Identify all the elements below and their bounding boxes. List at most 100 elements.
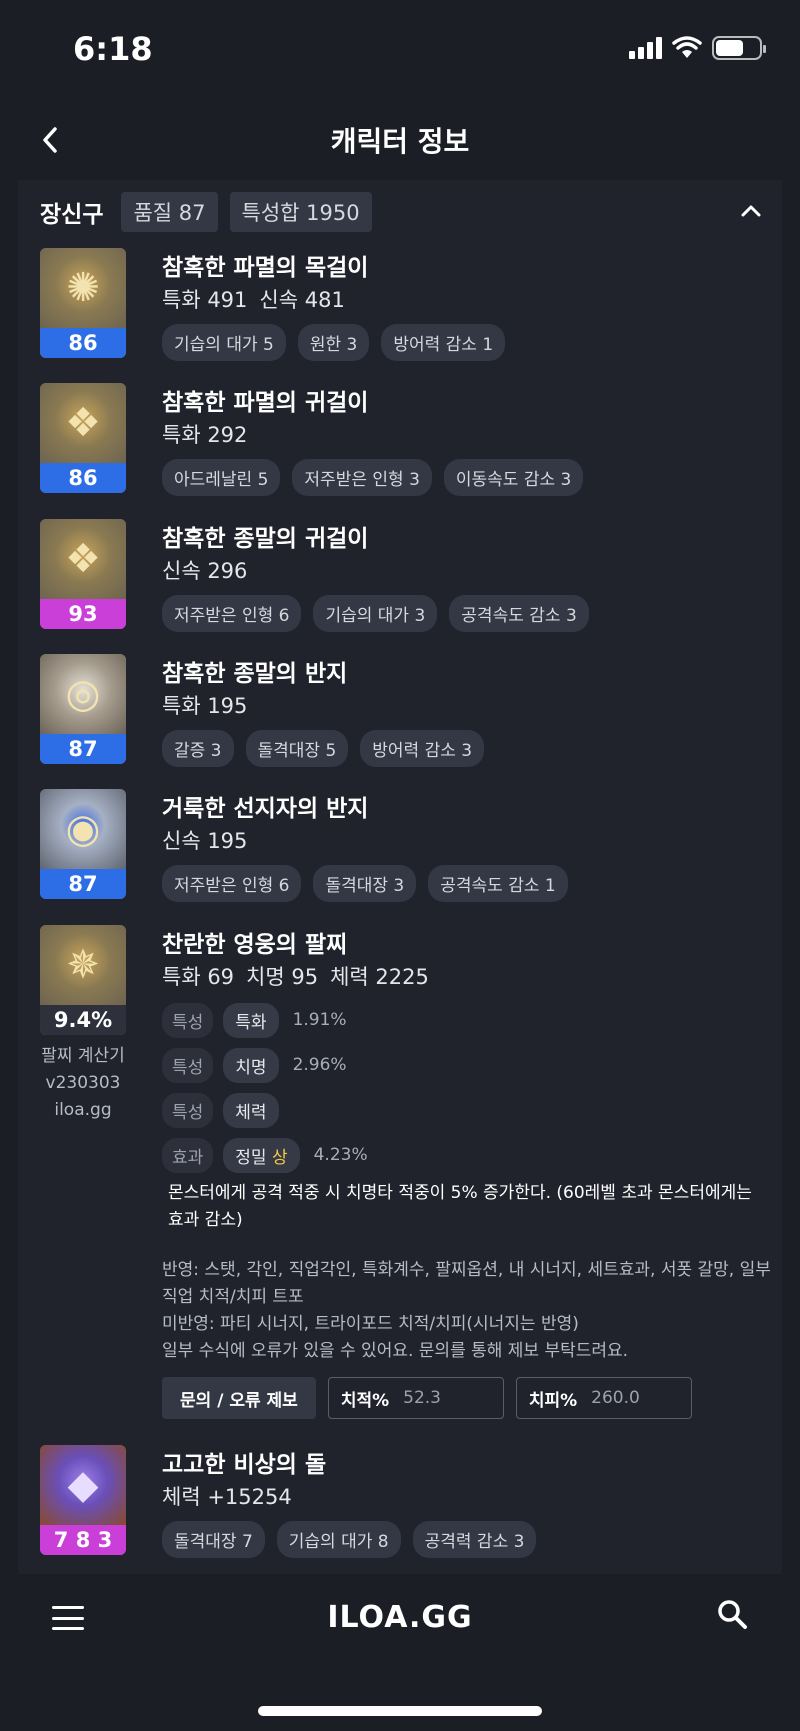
item-stats: 특화 69 치명 95 체력 2225 bbox=[162, 961, 441, 991]
item-quality: 86 bbox=[40, 328, 126, 358]
item-name: 참혹한 종말의 반지 bbox=[162, 661, 348, 687]
engraving-chip: 원한 3 bbox=[297, 324, 370, 361]
calc-notes: 반영: 스탯, 각인, 직업각인, 특화계수, 팔찌옵션, 내 시너지, 세트효… bbox=[162, 1257, 772, 1365]
engraving-chip: 기습의 대가 5 bbox=[162, 324, 286, 361]
calc-name: 팔찌 계산기 bbox=[41, 1046, 125, 1066]
list-item[interactable]: ❖ 93 참혹한 종말의 귀걸이 신속 296 저주받은 인형 6 기습의 대가… bbox=[40, 519, 760, 632]
crit-rate-value: 52.3 bbox=[403, 1388, 441, 1408]
item-stats: 체력 +15254 bbox=[162, 1481, 304, 1511]
accessory-panel: 장신구 품질 87 특성합 1950 ✺ 86 참혹한 파멸의 목걸이 특화 4… bbox=[18, 180, 782, 1574]
item-quality: 86 bbox=[40, 463, 126, 493]
crit-damage-value: 260.0 bbox=[591, 1388, 640, 1408]
engraving-list: 저주받은 인형 6 기습의 대가 3 공격속도 감소 3 bbox=[162, 595, 589, 632]
note-unreflected: 미반영: 파티 시너지, 트라이포드 치적/치피(시너지는 반영) bbox=[162, 1314, 579, 1334]
ring-icon: ◉ bbox=[40, 789, 126, 869]
status-bar: 6:18 bbox=[0, 0, 800, 100]
search-button[interactable] bbox=[716, 1598, 748, 1639]
bottom-bar: ILOA.GG bbox=[0, 1574, 800, 1731]
item-name: 참혹한 파멸의 목걸이 bbox=[162, 255, 369, 281]
quality-badge: 품질 87 bbox=[121, 192, 218, 232]
engraving-chip: 방어력 감소 3 bbox=[360, 730, 485, 767]
item-stats: 특화 292 bbox=[162, 419, 259, 449]
option-percent: 4.23% bbox=[313, 1145, 368, 1165]
signal-icon bbox=[629, 37, 662, 59]
engraving-chip: 방어력 감소 1 bbox=[381, 324, 506, 361]
engraving-chip: 저주받은 인형 3 bbox=[292, 459, 432, 496]
section-title: 장신구 bbox=[40, 202, 104, 228]
list-item[interactable]: ◎ 87 참혹한 종말의 반지 특화 195 갈증 3 돌격대장 5 방어력 감… bbox=[40, 654, 760, 767]
list-item[interactable]: ✺ 86 참혹한 파멸의 목걸이 특화 491 신속 481 기습의 대가 5 원… bbox=[40, 248, 760, 361]
option-percent: 2.96% bbox=[292, 1055, 347, 1075]
engraving-chip: 기습의 대가 3 bbox=[313, 595, 438, 632]
item-stat: 특화 195 bbox=[162, 694, 248, 718]
engraving-list: 갈증 3 돌격대장 5 방어력 감소 3 bbox=[162, 730, 485, 767]
engraving-chip: 돌격대장 7 bbox=[162, 1521, 265, 1558]
report-button[interactable]: 문의 / 오류 제보 bbox=[162, 1377, 316, 1419]
item-name: 거룩한 선지자의 반지 bbox=[162, 796, 369, 822]
engraving-chip: 갈증 3 bbox=[162, 730, 234, 767]
option-type: 특성 bbox=[162, 1047, 214, 1083]
list-item[interactable]: ❖ 86 참혹한 파멸의 귀걸이 특화 292 아드레날린 5 저주받은 인형 … bbox=[40, 383, 760, 496]
item-name: 참혹한 종말의 귀걸이 bbox=[162, 526, 369, 552]
earring-icon: ❖ bbox=[40, 519, 126, 599]
crit-damage-field[interactable]: 치피% 260.0 bbox=[515, 1377, 692, 1419]
engraving-list: 저주받은 인형 6 돌격대장 3 공격속도 감소 1 bbox=[162, 865, 568, 902]
item-quality: 87 bbox=[40, 734, 126, 764]
engraving-chip: 공격속도 감소 1 bbox=[428, 865, 568, 902]
stone-level: 7 8 3 bbox=[40, 1525, 126, 1555]
item-stat: 특화 491 bbox=[162, 288, 248, 312]
ability-stone-icon: ◆ bbox=[40, 1445, 126, 1525]
option-type: 특성 bbox=[162, 1002, 214, 1038]
trait-sum-badge: 특성합 1950 bbox=[229, 192, 372, 232]
item-stats: 신속 296 bbox=[162, 555, 259, 585]
option-name: 체력 bbox=[223, 1092, 279, 1128]
engraving-list: 돌격대장 7 기습의 대가 8 공격력 감소 3 bbox=[162, 1521, 537, 1558]
engraving-chip: 저주받은 인형 6 bbox=[162, 865, 302, 902]
chevron-up-icon bbox=[741, 205, 761, 217]
item-name: 찬란한 영웅의 팔찌 bbox=[162, 932, 348, 958]
crit-rate-label: 치적% bbox=[340, 1390, 390, 1411]
engraving-list: 아드레날린 5 저주받은 인형 3 이동속도 감소 3 bbox=[162, 459, 584, 496]
option-name-with-grade: 정밀 상 bbox=[223, 1137, 300, 1173]
item-stat: 신속 195 bbox=[162, 829, 248, 853]
item-thumbnail: ✺ 86 bbox=[40, 248, 126, 358]
option-row: 효과 정밀 상 4.23% bbox=[162, 1137, 368, 1173]
engraving-chip: 이동속도 감소 3 bbox=[443, 459, 584, 496]
collapse-button[interactable] bbox=[740, 196, 762, 224]
home-indicator bbox=[258, 1706, 542, 1716]
item-name: 고고한 비상의 돌 bbox=[162, 1452, 327, 1478]
section-header[interactable]: 장신구 품질 87 특성합 1950 bbox=[18, 192, 782, 232]
item-thumbnail: ✵ 9.4% bbox=[40, 925, 126, 1035]
list-item[interactable]: ◉ 87 거룩한 선지자의 반지 신속 195 저주받은 인형 6 돌격대장 3… bbox=[40, 789, 760, 902]
brand-logo[interactable]: ILOA.GG bbox=[0, 1600, 800, 1635]
item-stat: 신속 481 bbox=[259, 288, 345, 312]
engraving-chip: 공격속도 감소 3 bbox=[449, 595, 589, 632]
engraving-chip: 아드레날린 5 bbox=[162, 459, 281, 496]
list-item[interactable]: ◆ 7 8 3 고고한 비상의 돌 체력 +15254 돌격대장 7 기습의 대… bbox=[40, 1445, 760, 1558]
item-stat: 체력 +15254 bbox=[162, 1485, 292, 1509]
option-type: 특성 bbox=[162, 1092, 214, 1128]
item-stat: 체력 2225 bbox=[330, 965, 429, 989]
item-quality: 87 bbox=[40, 869, 126, 899]
status-time: 6:18 bbox=[73, 30, 153, 68]
engraving-list: 기습의 대가 5 원한 3 방어력 감소 1 bbox=[162, 324, 506, 361]
option-row: 특성 체력 bbox=[162, 1092, 368, 1128]
crit-rate-field[interactable]: 치적% 52.3 bbox=[327, 1377, 504, 1419]
option-name: 치명 bbox=[223, 1047, 279, 1083]
item-name: 참혹한 파멸의 귀걸이 bbox=[162, 390, 369, 416]
battery-icon bbox=[712, 36, 766, 60]
status-icons bbox=[629, 36, 766, 60]
item-stat: 특화 69 bbox=[162, 965, 235, 989]
page-title: 캐릭터 정보 bbox=[330, 125, 470, 158]
calc-actions: 문의 / 오류 제보 치적% 52.3 치피% 260.0 bbox=[162, 1377, 692, 1419]
item-thumbnail: ◆ 7 8 3 bbox=[40, 1445, 126, 1555]
note-reflected: 반영: 스탯, 각인, 직업각인, 특화계수, 팔찌옵션, 내 시너지, 세트효… bbox=[162, 1260, 771, 1307]
calc-version: v230303 bbox=[45, 1073, 121, 1093]
bracelet-item: ✵ 9.4% 팔찌 계산기 v230303 iloa.gg 찬란한 영웅의 팔찌… bbox=[40, 925, 771, 1435]
item-thumbnail: ◎ 87 bbox=[40, 654, 126, 764]
item-stat: 신속 296 bbox=[162, 559, 248, 583]
search-icon bbox=[718, 1600, 747, 1629]
ring-icon: ◎ bbox=[40, 654, 126, 734]
item-thumbnail: ◉ 87 bbox=[40, 789, 126, 899]
bracelet-calculator-info: 팔찌 계산기 v230303 iloa.gg bbox=[40, 1043, 126, 1124]
